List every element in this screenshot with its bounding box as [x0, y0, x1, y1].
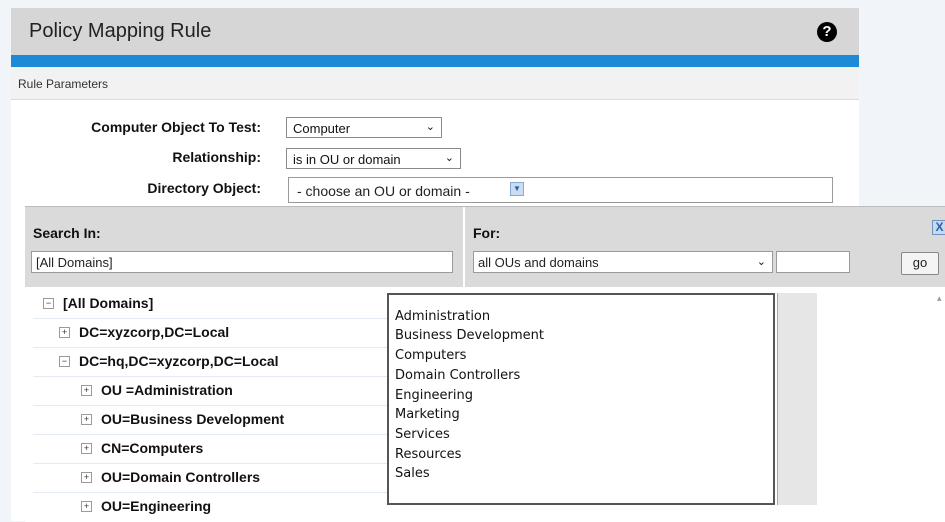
tree-row[interactable]: + CN=Computers — [33, 434, 393, 464]
tree-row[interactable]: + OU=Business Development — [33, 405, 393, 435]
expand-icon[interactable]: + — [81, 501, 92, 512]
expand-icon[interactable]: + — [81, 443, 92, 454]
search-in-input[interactable]: [All Domains] — [31, 251, 453, 273]
expand-icon[interactable]: + — [59, 327, 70, 338]
directory-object-field[interactable]: - choose an OU or domain - ▼ — [288, 177, 833, 203]
list-item[interactable]: Marketing — [395, 407, 460, 422]
expand-icon[interactable]: + — [81, 414, 92, 425]
tree-node-label: CN=Computers — [101, 440, 204, 456]
list-item[interactable]: Engineering — [395, 388, 473, 403]
tree-row[interactable]: − DC=hq,DC=xyzcorp,DC=Local — [33, 347, 393, 377]
relationship-label: Relationship: — [172, 149, 261, 165]
list-item[interactable]: Business Development — [395, 328, 544, 343]
picker-header: Search In: [All Domains] For: all OUs an… — [25, 207, 945, 287]
tree-row[interactable]: − [All Domains] — [33, 289, 393, 319]
list-item[interactable]: Domain Controllers — [395, 368, 520, 383]
domain-tree: − [All Domains] + DC=xyzcorp,DC=Local − … — [25, 289, 395, 522]
title-bar: Policy Mapping Rule ? — [11, 8, 859, 55]
directory-object-value: - choose an OU or domain - — [297, 183, 470, 199]
tree-node-label: OU =Administration — [101, 382, 233, 398]
expand-icon[interactable]: + — [81, 385, 92, 396]
for-text-input[interactable] — [776, 251, 850, 273]
tree-row[interactable]: + DC=xyzcorp,DC=Local — [33, 318, 393, 348]
go-button[interactable]: go — [901, 252, 939, 275]
results-listbox[interactable]: Administration Business Development Comp… — [387, 293, 775, 505]
list-item[interactable]: Sales — [395, 466, 430, 481]
tree-node-label: DC=xyzcorp,DC=Local — [79, 324, 230, 340]
list-item[interactable]: Resources — [395, 447, 461, 462]
section-header: Rule Parameters — [11, 67, 859, 100]
list-item[interactable]: Services — [395, 427, 450, 442]
relationship-value: is in OU or domain — [293, 152, 401, 167]
computer-object-select[interactable]: Computer ⌄ — [286, 117, 442, 138]
list-item[interactable]: Computers — [395, 348, 466, 363]
tree-node-label: OU=Business Development — [101, 411, 285, 427]
help-icon[interactable]: ? — [817, 22, 837, 42]
chevron-down-icon[interactable]: ▼ — [510, 182, 524, 196]
expand-icon[interactable]: + — [81, 472, 92, 483]
computer-object-value: Computer — [293, 121, 351, 136]
tree-row[interactable]: + OU=Domain Controllers — [33, 463, 393, 493]
accent-bar — [11, 55, 859, 67]
scroll-up-icon[interactable]: ▴ — [937, 293, 942, 304]
listbox-scrollbar[interactable] — [777, 293, 817, 505]
tree-node-label: OU=Domain Controllers — [101, 469, 261, 485]
for-select[interactable]: all OUs and domains ⌄ — [473, 251, 773, 273]
computer-object-label: Computer Object To Test: — [91, 119, 261, 135]
chevron-down-icon: ⌄ — [444, 152, 454, 164]
ou-picker-popup: Search In: [All Domains] For: all OUs an… — [25, 206, 945, 522]
chevron-down-icon: ⌄ — [425, 121, 435, 133]
tree-node-label: OU=Engineering — [101, 498, 212, 514]
for-label: For: — [473, 225, 501, 241]
list-item[interactable]: Administration — [395, 309, 490, 324]
tree-row[interactable]: + OU =Administration — [33, 376, 393, 406]
directory-object-label: Directory Object: — [147, 180, 261, 196]
collapse-icon[interactable]: − — [59, 356, 70, 367]
dialog-title: Policy Mapping Rule — [29, 20, 212, 42]
search-in-label: Search In: — [33, 225, 101, 241]
header-divider — [463, 207, 465, 287]
tree-node-label: [All Domains] — [63, 295, 154, 311]
chevron-down-icon: ⌄ — [756, 256, 766, 268]
tree-row[interactable]: + OU=Engineering — [33, 492, 393, 521]
close-icon[interactable]: X — [932, 220, 945, 235]
tree-node-label: DC=hq,DC=xyzcorp,DC=Local — [79, 353, 279, 369]
section-label: Rule Parameters — [18, 77, 109, 91]
relationship-select[interactable]: is in OU or domain ⌄ — [286, 148, 461, 169]
for-select-value: all OUs and domains — [478, 255, 599, 270]
collapse-icon[interactable]: − — [43, 298, 54, 309]
